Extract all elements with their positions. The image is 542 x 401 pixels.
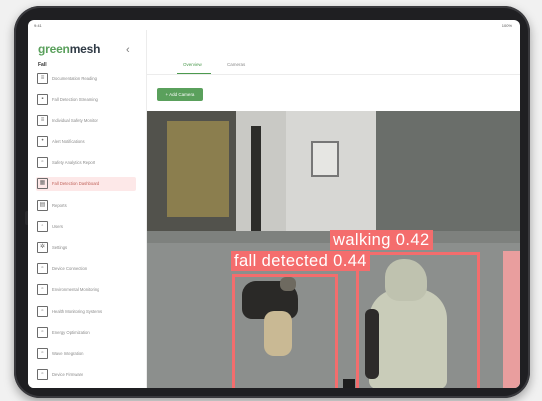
- camera-icon: ▪: [37, 93, 48, 105]
- sidebar-item-device-connection[interactable]: ▫ Device Connection: [36, 262, 136, 276]
- sidebar-item-label: Wave Integration: [52, 350, 84, 356]
- sidebar-item-label: Fall Detection Streaming: [52, 96, 98, 102]
- tab-divider: [147, 74, 520, 75]
- scene-door: [167, 121, 229, 217]
- sidebar-item-label: Device Firmware: [52, 372, 84, 378]
- sidebar-item-label: Health Monitoring Systems: [52, 308, 103, 314]
- wave-icon: ▫: [37, 347, 48, 359]
- sidebar-item-label: Documentation Reading: [52, 75, 97, 81]
- dashboard-icon: ▦: [37, 178, 48, 190]
- sidebar-item-label: Reports: [52, 202, 67, 208]
- sidebar-item-safety-monitor[interactable]: ≡ Individual Safety Monitor: [36, 113, 136, 127]
- scene-column: [251, 126, 261, 246]
- sidebar-section-label: Fall: [38, 62, 47, 68]
- brand-logo-part1: green: [38, 42, 70, 56]
- overlay-corner-mark: [343, 379, 355, 388]
- bell-icon: •: [37, 136, 48, 148]
- main-content: Overview Cameras + Add Camera walking 0.…: [147, 30, 520, 388]
- device-icon: ▫: [37, 263, 48, 275]
- brand-logo-part2: mesh: [69, 42, 101, 56]
- walking-bounding-box: [356, 252, 480, 388]
- sidebar: greenmesh ‹ Fall ≡ Documentation Reading…: [28, 30, 147, 388]
- sidebar-item-label: Environmental Monitoring: [52, 287, 100, 293]
- detection-box-edge: [503, 251, 520, 388]
- sidebar-item-streaming[interactable]: ▪ Fall Detection Streaming: [36, 92, 136, 106]
- sidebar-item-label: Individual Safety Monitor: [52, 117, 98, 123]
- tablet-screen: 9:41 100% greenmesh ‹ Fall ≡ Documentati…: [28, 20, 520, 388]
- sidebar-item-settings[interactable]: ✲ Settings: [36, 241, 136, 255]
- walking-detection-label: walking 0.42: [330, 230, 433, 250]
- sidebar-item-users[interactable]: ◦ Users: [36, 219, 136, 233]
- sidebar-item-analytics[interactable]: ▫ Safety Analytics Report: [36, 156, 136, 170]
- sidebar-item-firmware[interactable]: ▫ Device Firmware: [36, 368, 136, 382]
- sidebar-item-label: Fall Detection Dashboard: [52, 181, 100, 187]
- status-time: 9:41: [34, 23, 42, 28]
- sidebar-item-wave[interactable]: ▫ Wave Integration: [36, 346, 136, 360]
- report-icon: ▤: [37, 199, 48, 211]
- sidebar-nav: ≡ Documentation Reading ▪ Fall Detection…: [36, 71, 136, 388]
- camera-feed[interactable]: walking 0.42 fall detected 0.44: [147, 111, 520, 388]
- sidebar-item-alerts[interactable]: • Alert Notifications: [36, 135, 136, 149]
- scene-window: [311, 141, 339, 177]
- bolt-icon: ▫: [37, 326, 48, 338]
- status-bar: 9:41 100%: [28, 20, 520, 30]
- list-icon: ≡: [37, 114, 48, 126]
- scene-wall-right: [376, 111, 520, 231]
- sidebar-item-label: Energy Optimization: [52, 329, 90, 335]
- leaf-icon: ▫: [37, 284, 48, 296]
- tab-overview[interactable]: Overview: [183, 62, 202, 67]
- sidebar-item-energy[interactable]: ▫ Energy Optimization: [36, 325, 136, 339]
- sidebar-item-label: Device Connection: [52, 266, 88, 272]
- tab-cameras[interactable]: Cameras: [227, 62, 245, 67]
- chart-icon: ▫: [37, 157, 48, 169]
- sidebar-item-dashboard[interactable]: ▦ Fall Detection Dashboard: [36, 176, 136, 191]
- user-icon: ◦: [37, 220, 48, 232]
- sidebar-item-health[interactable]: ▫ Health Monitoring Systems: [36, 304, 136, 318]
- chip-icon: ▫: [37, 369, 48, 381]
- sidebar-item-environmental[interactable]: ▫ Environmental Monitoring: [36, 283, 136, 297]
- sidebar-item-label: Safety Analytics Report: [52, 160, 96, 166]
- sidebar-item-label: Alert Notifications: [52, 139, 85, 145]
- fall-detection-label: fall detected 0.44: [231, 251, 370, 271]
- document-icon: ≡: [37, 72, 48, 84]
- chevron-left-icon[interactable]: ‹: [126, 44, 130, 56]
- gear-icon: ✲: [37, 242, 48, 253]
- fall-bounding-box: [232, 274, 338, 388]
- sidebar-item-reports[interactable]: ▤ Reports: [36, 198, 136, 212]
- status-battery: 100%: [501, 23, 512, 28]
- add-camera-button[interactable]: + Add Camera: [157, 88, 203, 101]
- scene-wall-segment: [236, 111, 286, 231]
- heart-icon: ▫: [37, 305, 48, 317]
- brand-logo[interactable]: greenmesh: [38, 42, 100, 56]
- sidebar-item-documentation[interactable]: ≡ Documentation Reading: [36, 71, 136, 85]
- sidebar-item-label: Settings: [52, 245, 68, 250]
- sidebar-item-label: Users: [52, 223, 63, 229]
